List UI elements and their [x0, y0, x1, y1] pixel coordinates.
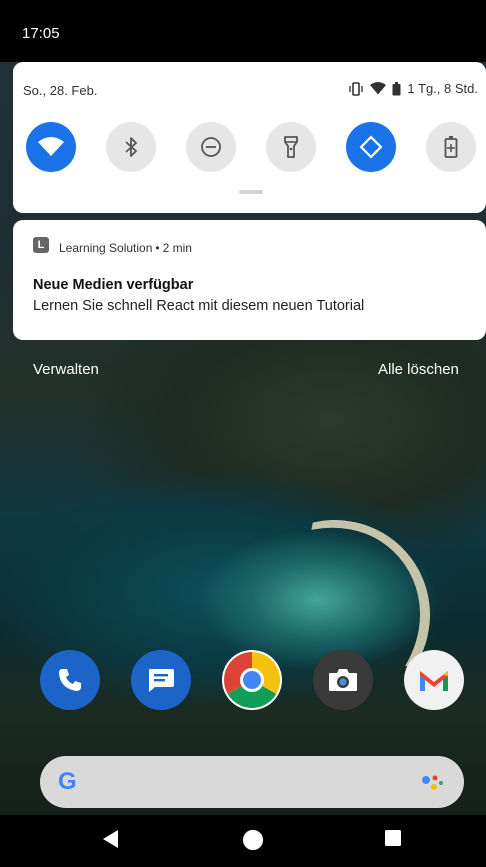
google-search-bar[interactable]: G — [40, 756, 464, 808]
battery-saver-icon — [444, 136, 458, 158]
notification-separator: • — [155, 241, 160, 255]
assistant-icon[interactable] — [420, 772, 446, 792]
back-icon[interactable] — [102, 829, 120, 849]
auto-rotate-tile[interactable] — [346, 122, 396, 172]
navigation-bar — [0, 815, 486, 867]
status-time: 17:05 — [22, 25, 60, 42]
quick-settings-panel: So., 28. Feb. 1 Tg., 8 Std. — [13, 62, 486, 213]
notification-header: Learning Solution • 2 min — [59, 241, 192, 255]
wifi-tile[interactable] — [26, 122, 76, 172]
camera-icon — [329, 669, 357, 691]
notification-text: Lernen Sie schnell React mit diesem neue… — [33, 298, 365, 314]
notification-title: Neue Medien verfügbar — [33, 277, 194, 293]
qs-date[interactable]: So., 28. Feb. — [23, 83, 97, 98]
messages-icon — [149, 669, 174, 692]
battery-estimate: 1 Tg., 8 Std. — [407, 81, 478, 96]
qs-drag-handle[interactable] — [239, 190, 263, 194]
gmail-app[interactable] — [404, 650, 464, 710]
vibrate-icon — [349, 81, 364, 96]
chrome-app[interactable] — [222, 650, 282, 710]
notification-app-name: Learning Solution — [59, 241, 153, 255]
auto-rotate-icon — [359, 135, 383, 159]
home-icon[interactable] — [242, 829, 264, 851]
chrome-icon — [223, 652, 281, 709]
flashlight-icon — [284, 136, 298, 158]
app-icon: L — [33, 237, 49, 253]
wifi-status-icon — [370, 82, 387, 95]
qs-status-icons: 1 Tg., 8 Std. — [348, 81, 478, 96]
do-not-disturb-tile[interactable] — [186, 122, 236, 172]
notification-time: 2 min — [162, 241, 192, 255]
clear-all-button[interactable]: Alle löschen — [378, 361, 459, 378]
phone-icon — [59, 669, 81, 691]
phone-app[interactable] — [40, 650, 100, 710]
battery-saver-tile[interactable] — [426, 122, 476, 172]
camera-app[interactable] — [313, 650, 373, 710]
manage-button[interactable]: Verwalten — [33, 361, 99, 378]
google-logo: G — [58, 768, 77, 795]
flashlight-tile[interactable] — [266, 122, 316, 172]
recents-icon[interactable] — [384, 829, 402, 847]
messages-app[interactable] — [131, 650, 191, 710]
notification-card[interactable]: L Learning Solution • 2 min Neue Medien ve… — [13, 220, 486, 340]
battery-icon — [392, 81, 401, 95]
status-bar: 17:05 — [0, 0, 486, 62]
wifi-icon — [38, 137, 64, 156]
bluetooth-icon — [125, 137, 137, 157]
do-not-disturb-icon — [201, 137, 221, 157]
bluetooth-tile[interactable] — [106, 122, 156, 172]
gmail-icon — [420, 671, 448, 691]
